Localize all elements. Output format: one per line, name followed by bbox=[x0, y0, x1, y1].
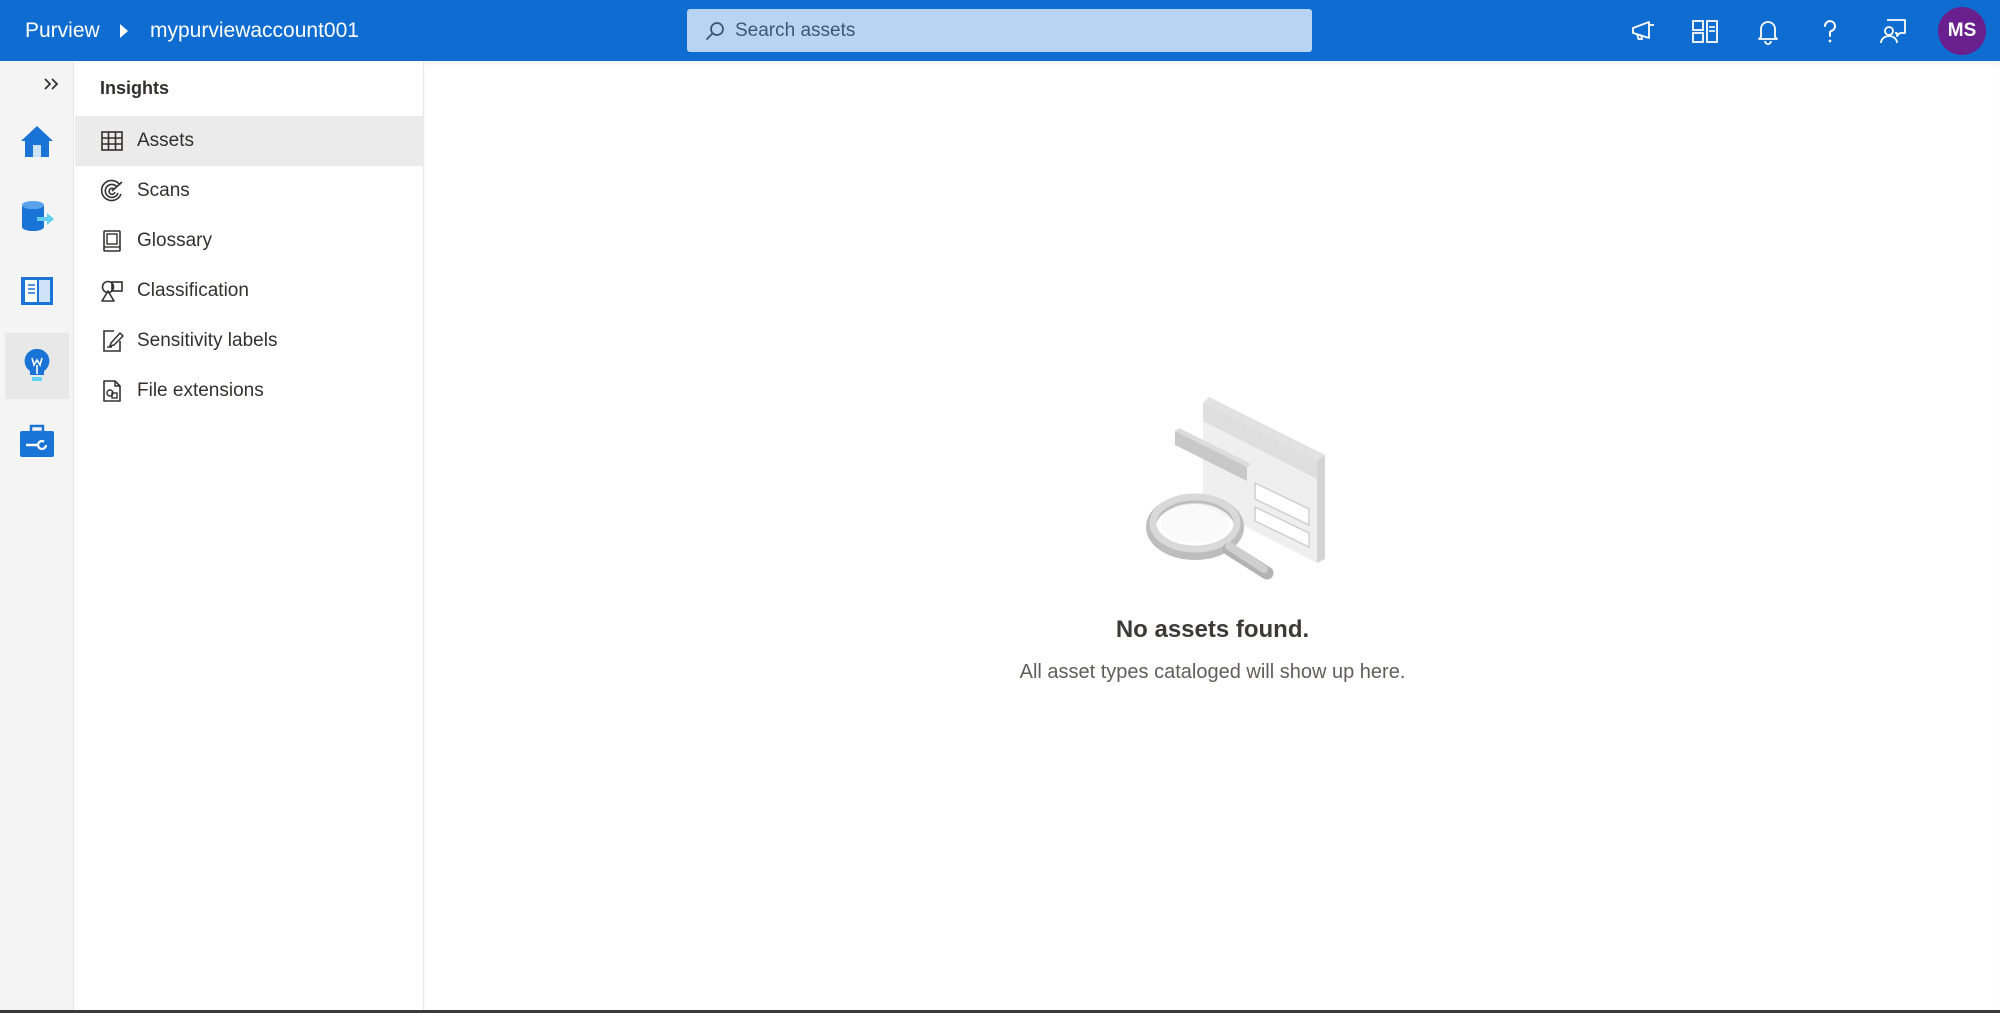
menu-item-sensitivity-labels[interactable]: Sensitivity labels bbox=[75, 316, 424, 366]
help-icon[interactable] bbox=[1811, 12, 1849, 50]
nav-management[interactable] bbox=[5, 408, 69, 474]
nav-catalog[interactable] bbox=[5, 258, 69, 324]
sensitivity-label-icon bbox=[99, 328, 125, 354]
breadcrumb-chevron-icon bbox=[120, 24, 128, 38]
management-toolbox-icon bbox=[20, 424, 54, 457]
insights-bulb-icon bbox=[24, 348, 50, 381]
empty-state-title: No assets found. bbox=[1115, 616, 1310, 643]
search-input[interactable] bbox=[735, 9, 1295, 52]
avatar[interactable]: MS bbox=[1938, 7, 1986, 55]
account-name-breadcrumb[interactable]: mypurviewaccount001 bbox=[150, 0, 359, 61]
file-extension-icon bbox=[99, 378, 125, 404]
brand-link[interactable]: Purview bbox=[25, 0, 100, 61]
feedback-icon[interactable] bbox=[1874, 12, 1912, 50]
menu-item-label: Glossary bbox=[137, 230, 212, 251]
menu-item-file-extensions[interactable]: File extensions bbox=[75, 366, 424, 416]
search-box[interactable] bbox=[687, 9, 1312, 52]
nav-home[interactable] bbox=[5, 108, 69, 174]
menu-item-glossary[interactable]: Glossary bbox=[75, 216, 424, 266]
search-icon bbox=[706, 22, 724, 40]
scan-radar-icon bbox=[99, 178, 125, 204]
left-nav-rail bbox=[0, 61, 74, 1013]
panel-title: Insights bbox=[100, 78, 170, 98]
directory-switch-icon[interactable] bbox=[1686, 12, 1724, 50]
menu-item-label: Scans bbox=[137, 180, 190, 201]
shapes-icon bbox=[99, 278, 125, 304]
menu-item-label: File extensions bbox=[137, 380, 264, 401]
expand-chevrons-icon[interactable] bbox=[40, 73, 66, 95]
main-content bbox=[425, 61, 2000, 1013]
empty-state-subtitle: All asset types cataloged will show up h… bbox=[1019, 661, 1406, 683]
catalog-book-icon bbox=[21, 277, 53, 305]
data-map-icon bbox=[22, 201, 54, 231]
notification-bell-icon[interactable] bbox=[1749, 12, 1787, 50]
home-icon bbox=[21, 126, 53, 157]
empty-search-illustration bbox=[1146, 397, 1325, 580]
menu-item-label: Assets bbox=[137, 130, 195, 151]
menu-item-label: Classification bbox=[137, 280, 249, 301]
grid-table-icon bbox=[99, 128, 125, 154]
nav-data-map[interactable] bbox=[5, 183, 69, 249]
menu-item-label: Sensitivity labels bbox=[137, 330, 278, 351]
nav-insights[interactable] bbox=[5, 333, 69, 399]
glossary-book-icon bbox=[99, 228, 125, 254]
menu-item-assets[interactable]: Assets bbox=[75, 116, 424, 166]
announcement-icon[interactable] bbox=[1624, 12, 1662, 50]
menu-item-classification[interactable]: Classification bbox=[75, 266, 424, 316]
top-bar: Purview mypurviewaccount001 Search asset… bbox=[0, 0, 2000, 61]
menu-item-scans[interactable]: Scans bbox=[75, 166, 424, 216]
insights-panel: Insights Assets Scans Glossary Classific… bbox=[75, 61, 424, 1013]
